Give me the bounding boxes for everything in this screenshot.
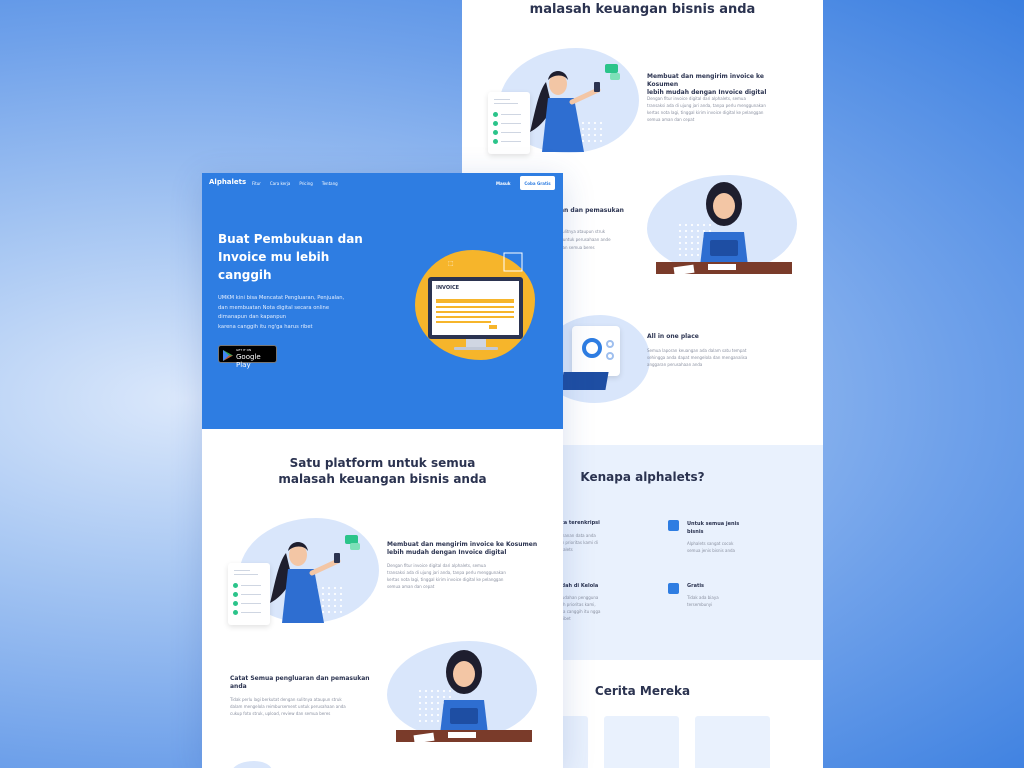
nav-item-cara-kerja[interactable]: Cara kerja — [270, 181, 290, 186]
landing-page-preview: Alphalets Fitur Cara kerja Pricing Tenta… — [202, 173, 563, 768]
svg-text:⬚: ⬚ — [448, 260, 454, 267]
feature-title-partial: an dan pemasukan — [560, 207, 624, 214]
desc-line: dan membuatan Nota digital secara online — [218, 304, 330, 311]
desc-line: t untuk perusahaan ande — [560, 237, 611, 242]
nav-item-fitur[interactable]: Fitur — [252, 181, 261, 186]
desc-line: Alphalets sangat cocok — [687, 541, 734, 546]
money-icon — [605, 64, 618, 73]
brand-logo[interactable]: Alphalets — [209, 178, 246, 186]
desc-line: kertas nota lagi, tinggal kirim invoice … — [387, 577, 504, 582]
woman-desk-illustration — [396, 650, 532, 744]
money-icon — [350, 543, 360, 550]
wallet-icon — [668, 583, 679, 594]
desc-line: anggaran perusahaan anda — [647, 362, 703, 367]
desc-line: dan semua beres — [560, 245, 595, 250]
feature-title: Membuat dan mengirim invoice ke Kosumen … — [647, 73, 797, 97]
google-play-button[interactable]: GET IT ON Google Play — [218, 345, 277, 369]
login-link[interactable]: Masuk — [496, 181, 511, 186]
desc-line: Semua laporan keuangan ada dalam satu te… — [647, 348, 747, 353]
woman-phone-illustration — [270, 542, 341, 623]
store-caption: GET IT ON — [236, 348, 252, 352]
desc-line: lah prioritas kami di — [558, 540, 598, 545]
title-line: Satu platform untuk semua — [289, 456, 476, 470]
desc-line: Dengan fitur invoice digital dari alphal… — [387, 563, 486, 568]
feature-title: Catat Semua pengluaran dan pemasukan and… — [230, 675, 370, 691]
desc-line: tersembunyi — [687, 602, 713, 607]
nav-item-pricing[interactable]: Pricing — [299, 181, 312, 186]
title-line: bisnis — [687, 529, 704, 535]
desc-line: kertas nota lagi, tinggal kirim invoice … — [647, 110, 764, 115]
why-item-title: Gratis — [687, 583, 705, 589]
title-line: malasah keuangan bisnis anda — [278, 472, 487, 486]
story-card[interactable] — [604, 716, 679, 768]
desc-line: dah prioritas kami, — [558, 602, 596, 607]
svg-text:INVOICE: INVOICE — [436, 285, 460, 291]
platform-title-partial: malasah keuangan bisnis anda — [529, 2, 756, 17]
feature-title: All in one place — [647, 333, 699, 340]
hero-description: UMKM kini bisa Mencatat Pengluaran, Penj… — [218, 294, 344, 332]
woman-phone-illustration — [530, 71, 601, 152]
why-item-title: Untuk semua jenis bisnis — [687, 520, 739, 536]
desc-line: UMKM kini bisa Mencatat Pengluaran, Penj… — [218, 295, 345, 301]
checklist-card — [228, 563, 270, 625]
feature-desc: Semua laporan keuangan ada dalam satu te… — [647, 347, 797, 368]
platform-title: Satu platform untuk semua malasah keuang… — [202, 455, 563, 487]
why-item-desc: Alphalets sangat cocok semua jenis bisni… — [687, 540, 735, 554]
title-line: anda — [230, 683, 247, 690]
report-card — [572, 326, 620, 376]
desc-line: cukup foto struk, upload, review dan sem… — [230, 711, 331, 716]
desc-line: semua aman dan cepat — [647, 117, 695, 122]
desc-line: sehingga anda dapat mengelola dan mengan… — [647, 355, 748, 360]
desc-line: s ribet — [558, 616, 571, 621]
desc-line: karena canggih itu ng'ga harus ribet — [218, 323, 313, 330]
laptop-illustration — [560, 372, 609, 390]
desc-line: semua jenis bisnis anda — [687, 548, 735, 553]
feature-blob — [232, 761, 272, 768]
feature-desc-partial: sulitnya ataupun struk t untuk perusahaa… — [560, 228, 611, 252]
title-line: Untuk semua jenis — [687, 521, 740, 527]
desc-line: semua aman dan cepat — [387, 584, 435, 589]
nav-menu: Fitur Cara kerja Pricing Tentang — [252, 181, 338, 186]
title-line: Buat Pembukuan dan — [218, 232, 363, 246]
desc-line: transaksi ada di ujung jari anda, tanpa … — [647, 103, 766, 108]
title-line: canggih — [218, 268, 272, 282]
store-name: Google Play — [236, 353, 261, 369]
why-item-desc: amanan data anda lah prioritas kami di p… — [558, 532, 598, 553]
desc-line: Tidak perlu lagi berkutat dengan sulitny… — [230, 697, 342, 702]
title-line: Membuat dan mengirim invoice ke Kosumen — [387, 541, 538, 548]
why-item-desc: mudahan pengguna dah prioritas kami, ena… — [558, 594, 600, 622]
feature-desc: Dengan fitur invoice digital dari alphal… — [387, 562, 547, 590]
why-item-desc: Tidak ada biaya tersembunyi — [687, 594, 719, 608]
business-icon — [668, 520, 679, 531]
feature-desc: Dengan fitur invoice digital dari alphal… — [647, 95, 797, 123]
monitor-invoice-illustration: INVOICE ⬚ — [428, 252, 523, 350]
desc-line: Tidak ada biaya — [687, 595, 719, 600]
feature-title-line: Membuat dan mengirim invoice ke Kosumen — [647, 73, 764, 88]
story-card[interactable] — [695, 716, 770, 768]
why-item-title: ata terenkripsi — [558, 520, 600, 526]
title-line: Invoice mu lebih — [218, 250, 330, 264]
money-icon — [610, 73, 620, 80]
desc-line: ena canggih itu ngga — [558, 609, 601, 614]
play-store-icon — [223, 350, 233, 361]
signup-button[interactable]: Coba Gratis — [520, 176, 555, 190]
woman-desk-illustration — [656, 182, 792, 276]
desc-line: dimanapun dan kapanpun — [218, 314, 287, 320]
desc-line: sulitnya ataupun struk — [560, 229, 606, 234]
title-line: lebih mudah dengan Invoice digital — [387, 549, 507, 556]
hero-section: Alphalets Fitur Cara kerja Pricing Tenta… — [202, 173, 563, 429]
desc-line: amanan data anda — [558, 533, 596, 538]
desc-line: dalam mengelola reimbursement untuk peru… — [230, 704, 346, 709]
title-line: Catat Semua pengluaran dan pemasukan — [230, 675, 370, 682]
desc-line: transaksi ada di ujung jari anda, tanpa … — [387, 570, 506, 575]
feature-desc: Tidak perlu lagi berkutat dengan sulitny… — [230, 696, 380, 717]
checklist-card — [488, 92, 530, 154]
nav-item-tentang[interactable]: Tentang — [322, 181, 338, 186]
hero-title: Buat Pembukuan dan Invoice mu lebih cang… — [218, 230, 363, 284]
desc-line: Dengan fitur invoice digital dari alphal… — [647, 96, 746, 101]
why-item-title: udah di Kelola — [558, 583, 599, 589]
desc-line: mudahan pengguna — [558, 595, 599, 600]
feature-title: Membuat dan mengirim invoice ke Kosumen … — [387, 541, 547, 557]
desc-line: phalets — [558, 547, 573, 552]
